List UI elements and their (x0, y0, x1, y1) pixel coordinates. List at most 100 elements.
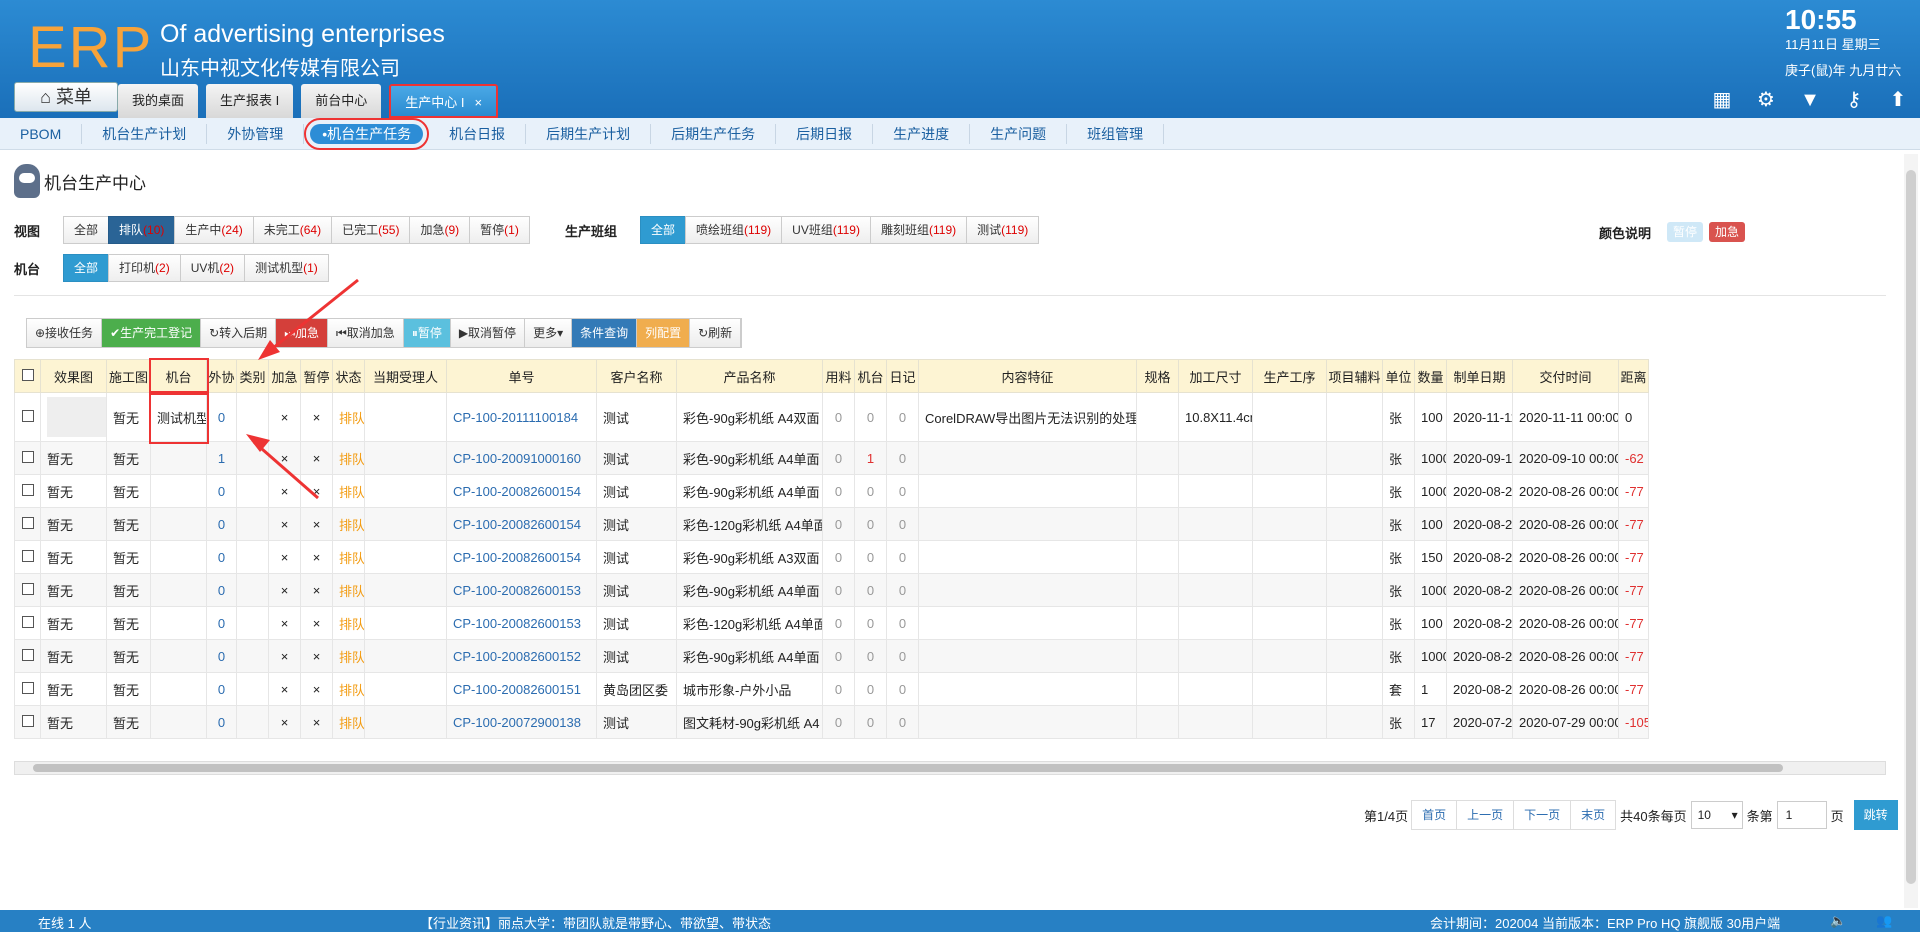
per-page-select[interactable]: 10 ▾ (1690, 801, 1743, 829)
view-filter-3[interactable]: 未完工(64) (252, 216, 333, 244)
users-icon[interactable]: 👥 (1876, 913, 1892, 929)
machine-filter-3[interactable]: 测试机型(1) (244, 254, 329, 282)
subnav-item-9[interactable]: 生产问题 (970, 123, 1068, 144)
machine-filter-0[interactable]: 全部 (63, 254, 110, 282)
tab-2[interactable]: 前台中心 (301, 84, 382, 118)
view-filter-4[interactable]: 已完工(55) (331, 216, 411, 244)
machine-filter-2[interactable]: UV机(2) (179, 254, 246, 282)
view-filter-6[interactable]: 暂停(1) (469, 216, 530, 244)
next-page-button[interactable]: 下一页 (1513, 800, 1572, 830)
table-row[interactable]: 暂无 暂无 0 × × 排队 CP-100-20082600151 黄岛团区委 城市形象-户外小… (14, 672, 1649, 706)
subnav-item-6[interactable]: 后期生产任务 (651, 123, 777, 144)
toolbar-button-0[interactable]: ⊕接收任务 (27, 319, 103, 347)
toolbar-button-10[interactable]: ↻刷新 (690, 319, 742, 347)
row-checkbox[interactable] (21, 516, 34, 529)
menu-button[interactable]: ⌂ 菜单 (14, 82, 118, 112)
row-checkbox[interactable] (21, 549, 34, 562)
subnav-item-7[interactable]: 后期日报 (776, 123, 874, 144)
close-icon[interactable]: × (475, 95, 483, 110)
subnav-item-0[interactable]: PBOM (0, 123, 83, 144)
arrow-up-icon[interactable]: ⬆ (1886, 88, 1910, 112)
cell-no[interactable]: CP-100-20072900138 (446, 705, 597, 739)
row-checkbox[interactable] (21, 648, 34, 661)
table-row[interactable]: 暂无 暂无 1 × × 排队 CP-100-20091000160 测试 彩色-90g彩机纸 A… (14, 441, 1649, 475)
toolbar-button-9[interactable]: 列配置 (637, 319, 691, 347)
cell-spec (1136, 474, 1179, 508)
grid-plus-icon[interactable]: ▦ (1710, 88, 1734, 112)
first-page-button[interactable]: 首页 (1411, 800, 1458, 830)
view-filter-2[interactable]: 生产中(24) (174, 216, 254, 244)
horizontal-scrollbar[interactable] (14, 761, 1886, 775)
subnav-item-3[interactable]: •机台生产任务 (304, 117, 430, 150)
toolbar-button-8[interactable]: 条件查询 (572, 319, 638, 347)
cell-made: 2020-08-26 (1446, 672, 1513, 706)
toolbar-button-7[interactable]: 更多▾ (525, 319, 573, 347)
subnav-item-1[interactable]: 机台生产计划 (82, 123, 208, 144)
machine-filter-1[interactable]: 打印机(2) (108, 254, 181, 282)
toolbar-button-4[interactable]: ⏮取消加急 (328, 319, 404, 347)
page-number-input[interactable]: 1 (1776, 801, 1827, 829)
row-checkbox[interactable] (21, 483, 34, 496)
team-filter-4[interactable]: 测试(119) (966, 216, 1040, 244)
cell-no[interactable]: CP-100-20082600154 (446, 540, 597, 574)
team-filter-2[interactable]: UV班组(119) (781, 216, 871, 244)
cell-no[interactable]: CP-100-20082600151 (446, 672, 597, 706)
table-row[interactable]: 暂无 暂无 0 × × 排队 CP-100-20082600153 测试 彩色-90g彩机纸 A… (14, 573, 1649, 607)
cell-aux (1326, 507, 1383, 541)
team-filter-1[interactable]: 喷绘班组(119) (685, 216, 783, 244)
table-row[interactable]: 暂无 暂无 0 × × 排队 CP-100-20082600154 测试 彩色-90g彩机纸 A… (14, 540, 1649, 574)
last-page-button[interactable]: 末页 (1570, 800, 1617, 830)
row-checkbox[interactable] (21, 409, 34, 422)
view-filter-0[interactable]: 全部 (63, 216, 110, 244)
tab-3[interactable]: 生产中心 I × (389, 84, 499, 118)
table-row[interactable]: 暂无 暂无 0 × × 排队 CP-100-20082600152 测试 彩色-90g彩机纸 A… (14, 639, 1649, 673)
subnav-item-5[interactable]: 后期生产计划 (526, 123, 652, 144)
table-row[interactable]: 暂无 暂无 0 × × 排队 CP-100-20082600154 测试 彩色-90g彩机纸 A… (14, 474, 1649, 508)
view-filter-5[interactable]: 加急(9) (409, 216, 471, 244)
select-all-checkbox[interactable] (21, 368, 34, 381)
table-row[interactable]: 暂无 暂无 0 × × 排队 CP-100-20072900138 测试 图文耗材-90g彩机纸… (14, 705, 1649, 739)
vertical-scroll-thumb[interactable] (1906, 170, 1916, 884)
cell-no[interactable]: CP-100-20082600152 (446, 639, 597, 673)
view-filter-1[interactable]: 排队(10) (108, 216, 176, 244)
table-row[interactable]: 暂无 暂无 0 × × 排队 CP-100-20082600153 测试 彩色-120g彩机纸 … (14, 606, 1649, 640)
key-icon[interactable]: ⚷ (1842, 88, 1866, 112)
subnav-item-4[interactable]: 机台日报 (429, 123, 527, 144)
bookmark-icon[interactable]: ▼ (1798, 88, 1822, 112)
subnav-item-2[interactable]: 外协管理 (207, 123, 305, 144)
subnav-item-10[interactable]: 班组管理 (1067, 123, 1165, 144)
toolbar-button-6[interactable]: ▶取消暂停 (450, 319, 526, 347)
row-checkbox[interactable] (21, 714, 34, 727)
tab-1[interactable]: 生产报表 I (206, 84, 294, 118)
table-row[interactable]: 暂无 测试机型 0 × × 排队 CP-100-20111100184 测试 彩色-90g彩机纸… (14, 390, 1649, 444)
cell-no[interactable]: CP-100-20111100184 (446, 392, 597, 442)
prev-page-button[interactable]: 上一页 (1456, 800, 1515, 830)
go-button[interactable]: 跳转 (1853, 800, 1898, 830)
table-row[interactable]: 暂无 暂无 0 × × 排队 CP-100-20082600154 测试 彩色-120g彩机纸 … (14, 507, 1649, 541)
team-filter-3[interactable]: 雕刻班组(119) (869, 216, 968, 244)
effect-thumbnail[interactable] (47, 397, 106, 437)
row-checkbox[interactable] (21, 615, 34, 628)
vertical-scrollbar[interactable] (1904, 154, 1918, 908)
toolbar-button-1[interactable]: ✔生产完工登记 (102, 319, 202, 347)
cell-no[interactable]: CP-100-20082600154 (446, 507, 597, 541)
subnav-item-8[interactable]: 生产进度 (873, 123, 971, 144)
cell-no[interactable]: CP-100-20082600154 (446, 474, 597, 508)
toolbar-button-2[interactable]: ↻转入后期 (201, 319, 277, 347)
news-ticker[interactable]: 【行业资讯】丽点大学：带团队就是带野心、带欲望、带状态 (420, 913, 771, 932)
horizontal-scroll-thumb[interactable] (33, 764, 1783, 772)
toolbar-button-3[interactable]: ⏭加急 (276, 319, 328, 347)
cell-no[interactable]: CP-100-20082600153 (446, 606, 597, 640)
row-checkbox[interactable] (21, 681, 34, 694)
tab-label: 前台中心 (315, 93, 368, 108)
row-checkbox[interactable] (21, 450, 34, 463)
gear-icon[interactable]: ⚙ (1754, 88, 1778, 112)
toolbar-button-5[interactable]: ⏸暂停 (403, 319, 451, 347)
team-filter-0[interactable]: 全部 (640, 216, 687, 244)
tab-0[interactable]: 我的桌面 (118, 84, 199, 118)
cell-no[interactable]: CP-100-20082600153 (446, 573, 597, 607)
row-checkbox[interactable] (21, 582, 34, 595)
speaker-icon[interactable]: 🔈 (1830, 913, 1846, 929)
cell-feat (918, 441, 1137, 475)
cell-no[interactable]: CP-100-20091000160 (446, 441, 597, 475)
